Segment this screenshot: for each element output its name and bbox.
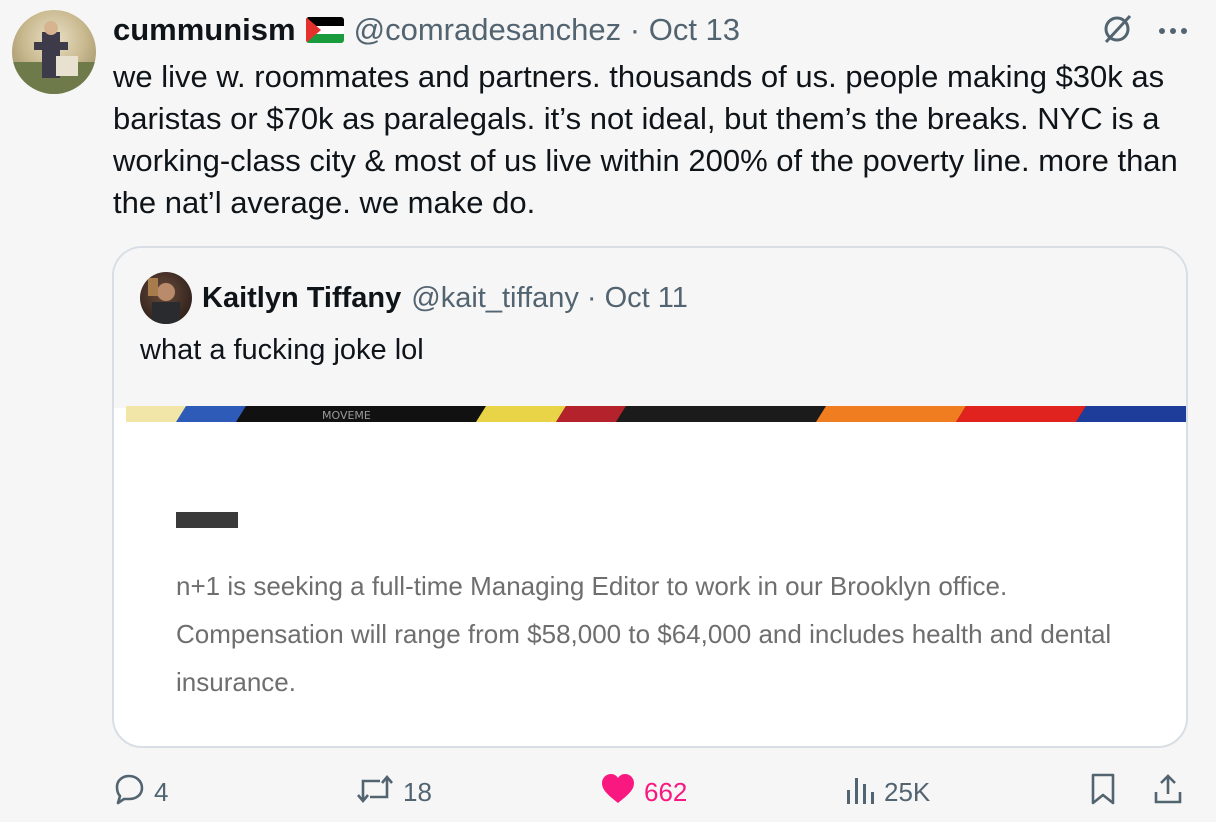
like-icon (600, 772, 636, 813)
more-icon[interactable] (1158, 23, 1188, 41)
views-icon (844, 772, 876, 813)
action-bar: 4 18 662 25K (112, 772, 1192, 816)
quoted-text: what a fucking joke lol (140, 334, 424, 366)
doc-dash (176, 512, 238, 528)
media-strip: MOVEME (126, 406, 1186, 422)
grok-icon[interactable] (1100, 12, 1134, 51)
repost-count: 18 (403, 777, 432, 807)
repost-icon (355, 772, 395, 813)
handle-date[interactable]: @comradesanchez · Oct 13 (354, 12, 740, 48)
reply-count: 4 (154, 777, 169, 807)
palestine-flag-icon (305, 17, 344, 43)
reply-button[interactable]: 4 (112, 772, 168, 813)
like-button[interactable]: 662 (600, 772, 687, 813)
reply-icon (112, 772, 146, 813)
quote-header: Kaitlyn Tiffany @kait_tiffany · Oct 11 (140, 272, 688, 324)
share-icon (1152, 772, 1184, 813)
display-name[interactable]: cummunism (113, 12, 296, 48)
quoted-display-name[interactable]: Kaitlyn Tiffany (202, 282, 401, 315)
quoted-avatar[interactable] (140, 272, 192, 324)
views-count: 25K (884, 777, 931, 807)
bookmark-icon (1088, 772, 1118, 813)
like-count: 662 (644, 777, 688, 807)
quoted-tweet[interactable]: Kaitlyn Tiffany @kait_tiffany · Oct 11 w… (112, 246, 1188, 748)
bookmark-button[interactable] (1088, 772, 1118, 813)
top-actions (1100, 12, 1188, 51)
media-strip-text: MOVEME (322, 409, 371, 422)
share-button[interactable] (1152, 772, 1184, 813)
quoted-handle-date[interactable]: @kait_tiffany · Oct 11 (411, 282, 688, 315)
tweet-header: cummunism @comradesanchez · Oct 13 (113, 10, 740, 50)
tweet-text: we live w. roommates and partners. thous… (113, 59, 1178, 220)
views-button[interactable]: 25K (844, 772, 930, 813)
avatar[interactable] (12, 10, 96, 94)
media-text: n+1 is seeking a full-time Managing Edit… (176, 571, 1112, 697)
repost-button[interactable]: 18 (355, 772, 432, 813)
